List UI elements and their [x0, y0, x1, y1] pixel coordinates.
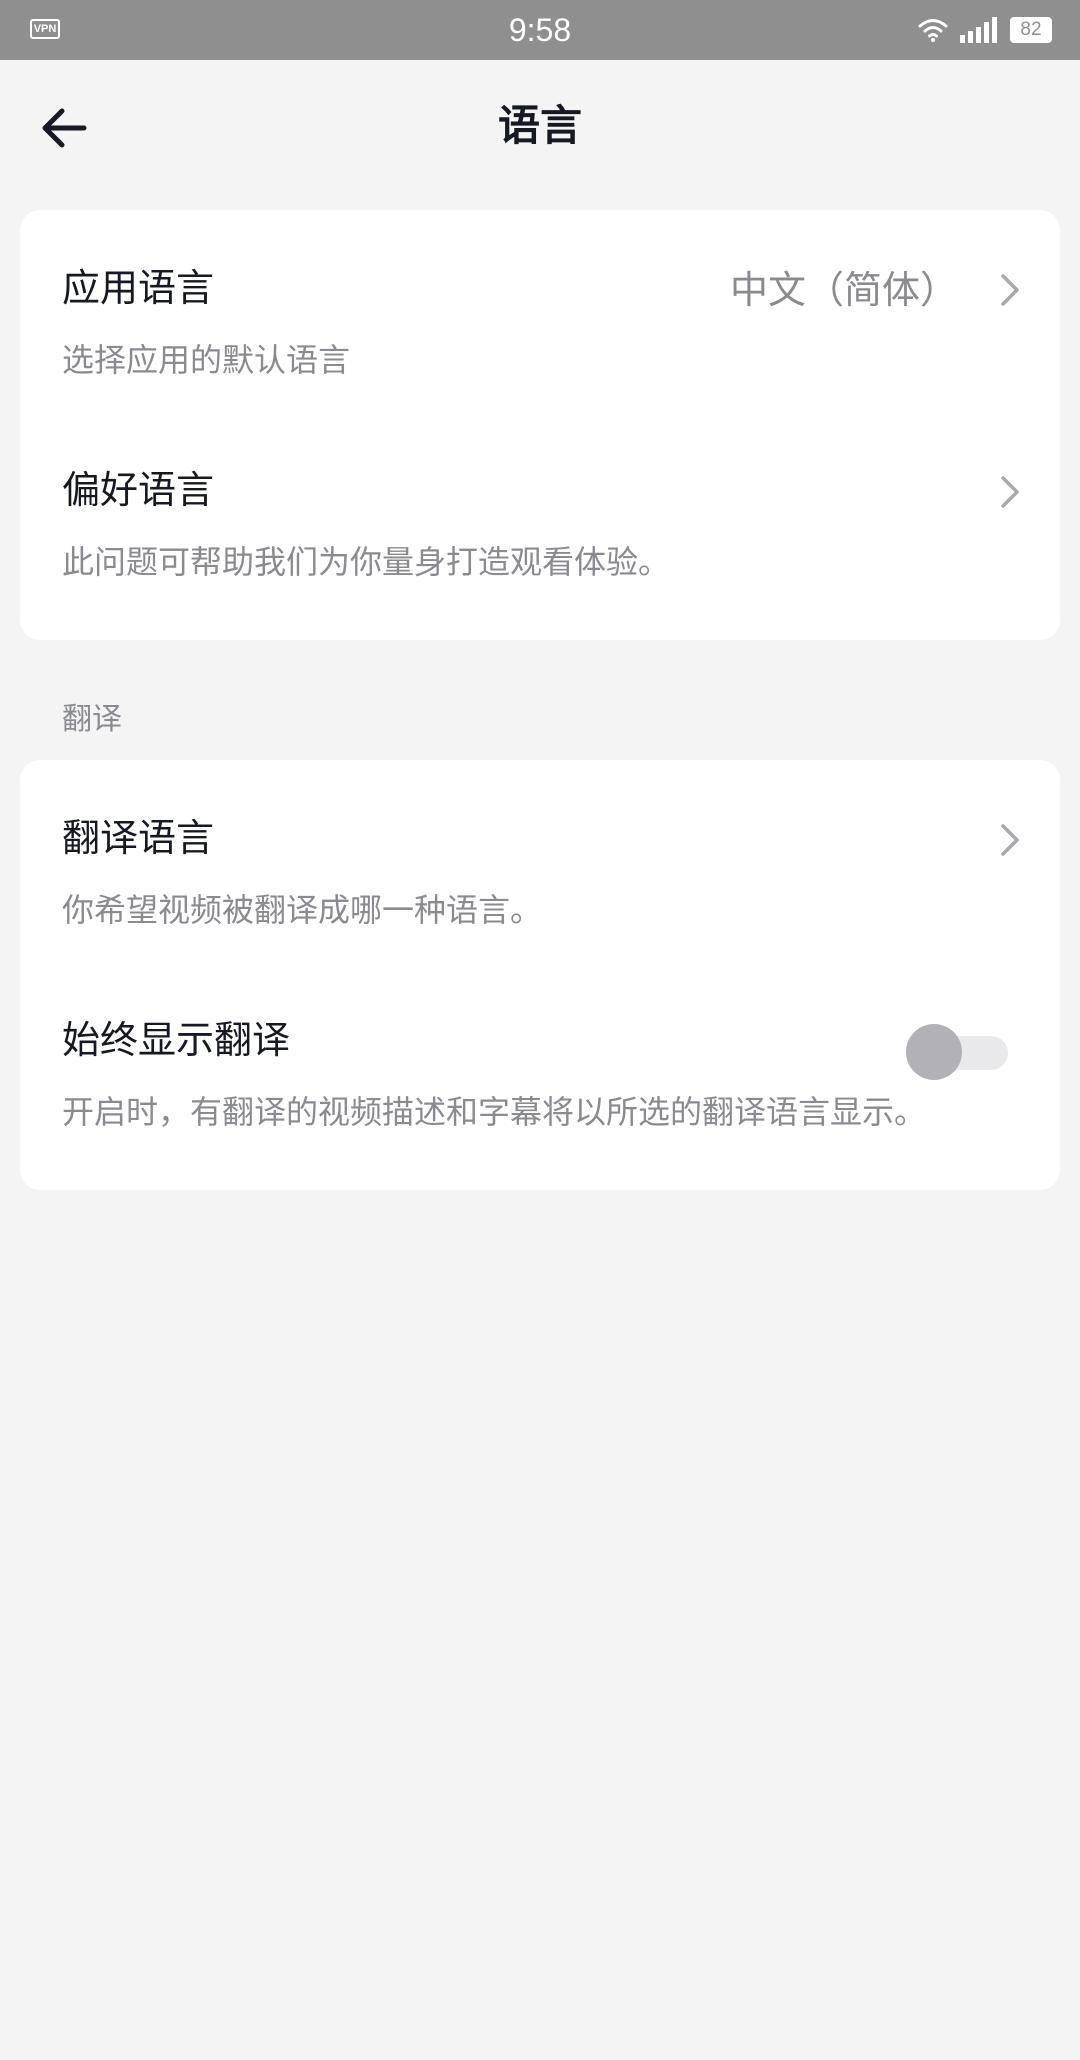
translation-language-title: 翻译语言	[62, 816, 215, 860]
wifi-icon	[918, 19, 948, 42]
app-language-row[interactable]: 应用语言 中文（简体） 选择应用的默认语言	[20, 210, 1060, 410]
status-bar: VPN 9:58 82	[0, 0, 1080, 60]
toggle-knob	[906, 1024, 962, 1080]
status-icons: 82	[918, 14, 1052, 46]
cellular-signal-icon	[960, 17, 997, 43]
translation-settings-card: 翻译语言 你希望视频被翻译成哪一种语言。 始终显示翻译 开启时，有翻译的视频描述…	[20, 760, 1060, 1190]
app-language-title: 应用语言	[62, 266, 215, 310]
battery-icon: 82	[1010, 17, 1052, 43]
preferred-language-description: 此问题可帮助我们为你量身打造观看体验。	[62, 543, 671, 581]
header: 语言	[0, 60, 1080, 190]
preferred-language-row[interactable]: 偏好语言 此问题可帮助我们为你量身打造观看体验。	[20, 412, 1060, 612]
language-settings-card: 应用语言 中文（简体） 选择应用的默认语言 偏好语言 此问题可帮助我们为你量身打…	[20, 210, 1060, 640]
app-language-value: 中文（简体）	[729, 268, 958, 312]
chevron-right-icon	[1001, 274, 1019, 306]
translation-language-row[interactable]: 翻译语言 你希望视频被翻译成哪一种语言。	[20, 760, 1060, 960]
translation-language-description: 你希望视频被翻译成哪一种语言。	[62, 891, 543, 929]
preferred-language-title: 偏好语言	[62, 468, 215, 512]
always-show-translation-description: 开启时，有翻译的视频描述和字幕将以所选的翻译语言显示。	[62, 1093, 927, 1131]
always-show-translation-toggle[interactable]	[906, 1024, 1010, 1080]
page-title: 语言	[497, 101, 582, 150]
translation-section-label: 翻译	[62, 702, 122, 737]
always-show-translation-title: 始终显示翻译	[62, 1018, 291, 1062]
chevron-right-icon	[1001, 476, 1019, 508]
always-show-translation-row: 始终显示翻译 开启时，有翻译的视频描述和字幕将以所选的翻译语言显示。	[20, 962, 1060, 1162]
chevron-right-icon	[1001, 824, 1019, 856]
app-language-description: 选择应用的默认语言	[62, 341, 351, 379]
